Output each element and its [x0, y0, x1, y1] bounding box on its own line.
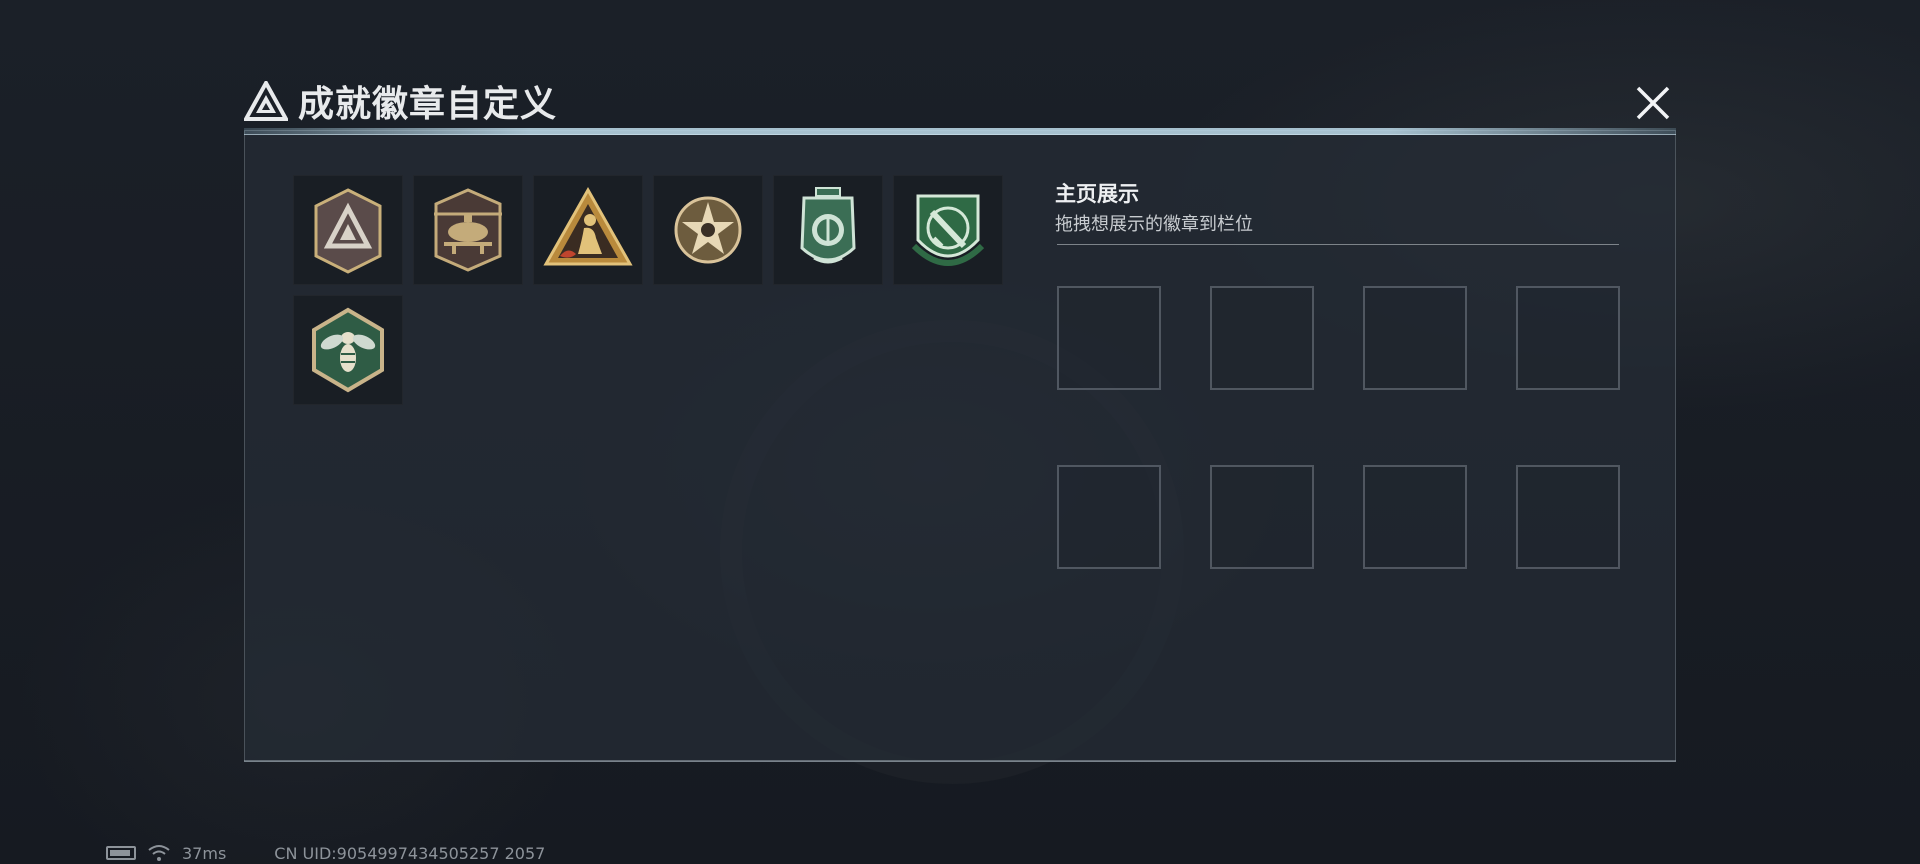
triangle-figure-badge-icon — [543, 186, 633, 266]
triangle-logo-icon — [244, 81, 288, 121]
display-slot[interactable] — [1363, 286, 1467, 390]
wifi-icon — [148, 845, 170, 861]
badge-item-triangle-figure[interactable] — [533, 175, 643, 285]
helicopter-badge-icon — [434, 188, 502, 272]
title-bar: 成就徽章自定义 — [244, 76, 557, 126]
display-section-subtitle: 拖拽想展示的徽章到栏位 — [1055, 214, 1253, 235]
dagger-crest-badge-icon — [911, 194, 985, 266]
display-slot[interactable] — [1210, 286, 1314, 390]
star-medal-badge-icon — [674, 196, 742, 264]
close-button[interactable] — [1630, 80, 1676, 126]
battery-icon — [106, 846, 136, 860]
badge-item-green-shield[interactable] — [773, 175, 883, 285]
display-divider — [1057, 244, 1619, 245]
badge-item-wasp-hexagon[interactable] — [293, 295, 403, 405]
badge-item-star-medal[interactable] — [653, 175, 763, 285]
uid-text: CN UID:9054997434505257 2057 — [274, 843, 546, 863]
page-title: 成就徽章自定义 — [298, 84, 558, 125]
close-icon — [1636, 86, 1670, 120]
badge-item-triangle-shield[interactable] — [293, 175, 403, 285]
badge-item-helicopter[interactable] — [413, 175, 523, 285]
display-slot[interactable] — [1516, 465, 1620, 569]
display-slot[interactable] — [1363, 465, 1467, 569]
latency-text: 37ms — [182, 843, 227, 863]
display-slot[interactable] — [1057, 286, 1161, 390]
badge-item-dagger-crest[interactable] — [893, 175, 1003, 285]
display-slot[interactable] — [1516, 286, 1620, 390]
display-section-title: 主页展示 — [1055, 182, 1139, 206]
green-shield-badge-icon — [800, 187, 856, 264]
triangle-shield-badge-icon — [314, 188, 382, 274]
panel-bottom-line — [244, 760, 1676, 762]
wasp-hexagon-badge-icon — [312, 307, 384, 393]
status-bar: 37ms CN UID:9054997434505257 2057 — [106, 842, 545, 864]
display-slot[interactable] — [1210, 465, 1314, 569]
display-slot[interactable] — [1057, 465, 1161, 569]
panel-top-accent — [244, 128, 1676, 135]
